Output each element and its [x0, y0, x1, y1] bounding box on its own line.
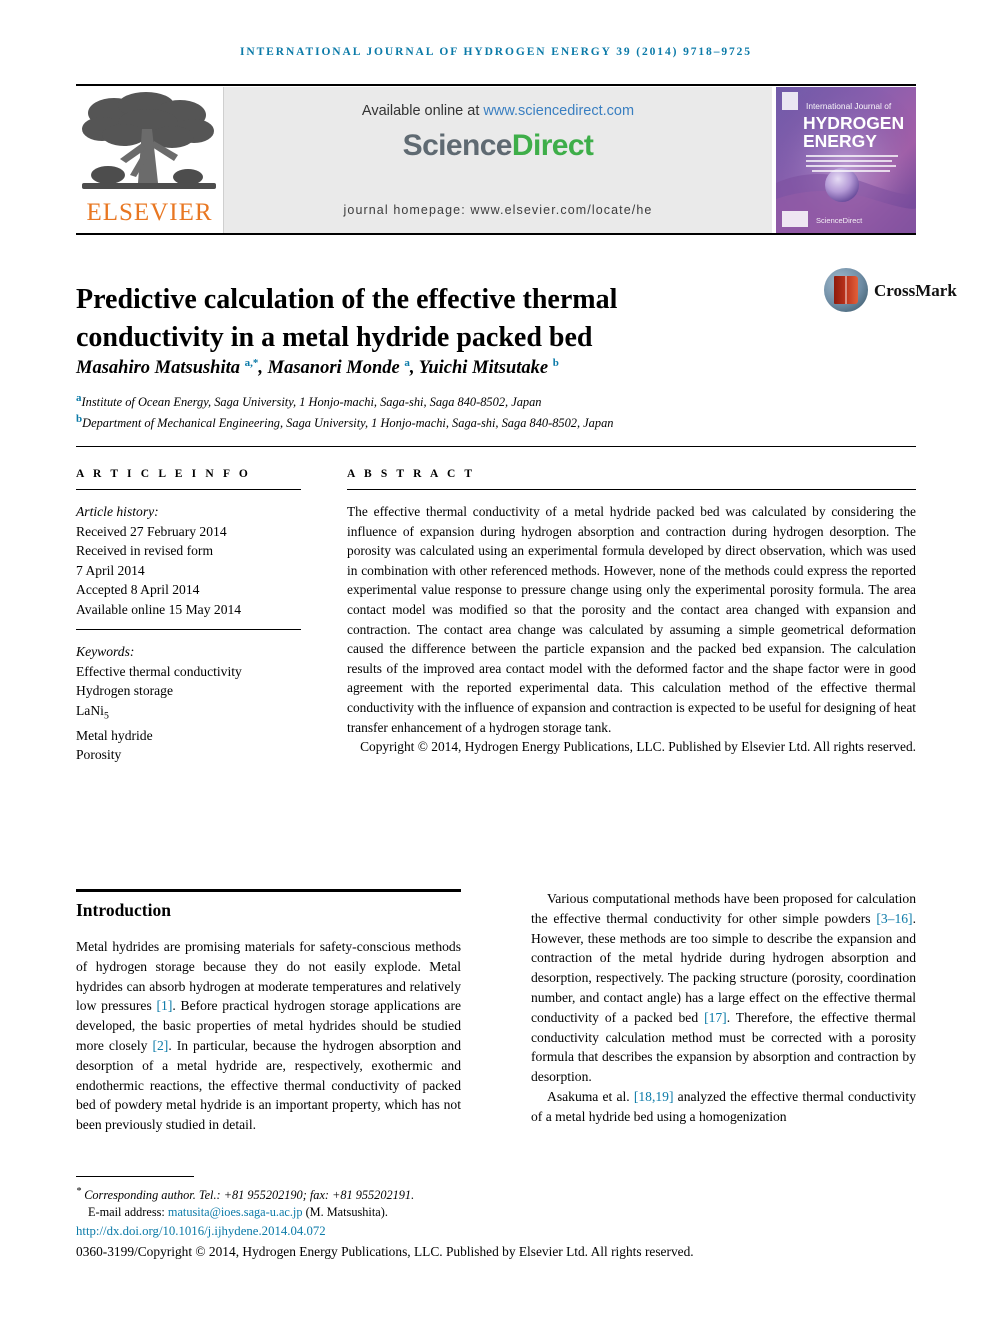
doi-link[interactable]: http://dx.doi.org/10.1016/j.ijhydene.201… [76, 1222, 776, 1240]
article-history-item: Available online 15 May 2014 [76, 601, 242, 617]
svg-text:ENERGY: ENERGY [803, 131, 877, 151]
article-history-item: 7 April 2014 [76, 562, 145, 578]
journal-cover-thumbnail: International Journal of HYDROGEN ENERGY… [776, 87, 916, 235]
email-note: E-mail address: matusita@ioes.saga-u.ac.… [76, 1204, 776, 1221]
body-column-right: Various computational methods have been … [531, 889, 916, 1127]
lani5-subscript: 5 [103, 710, 109, 722]
running-head: International Journal of Hydrogen Energy… [240, 46, 752, 58]
footnote-rule [76, 1176, 194, 1177]
available-online-text: Available online at [361, 103, 484, 119]
abstract-heading-rule [347, 489, 916, 490]
sciencedirect-logo-direct: Direct [511, 129, 594, 162]
article-history-item: Received 27 February 2014 [76, 523, 227, 539]
abstract-copyright: Copyright © 2014, Hydrogen Energy Public… [360, 739, 916, 755]
affiliation-b-text: Department of Mechanical Engineering, Sa… [82, 416, 614, 431]
crossmark-badge-group[interactable]: CrossMark [824, 268, 957, 326]
article-info-divider-rule [76, 629, 301, 630]
available-online-line: Available online at www.sciencedirect.co… [224, 103, 772, 119]
footnote-asterisk: * [76, 1186, 82, 1197]
page-footer: * Corresponding author. Tel.: +81 955202… [76, 1176, 776, 1261]
journal-homepage-line[interactable]: journal homepage: www.elsevier.com/locat… [224, 203, 772, 217]
affiliation-a-text: Institute of Ocean Energy, Saga Universi… [81, 395, 542, 410]
abstract-section-top-rule [76, 446, 916, 447]
svg-text:International Journal of: International Journal of [806, 101, 892, 111]
svg-text:HYDROGEN: HYDROGEN [803, 113, 904, 133]
introduction-paragraph: Various computational methods have been … [531, 891, 916, 1085]
elsevier-logo: ELSEVIER [76, 87, 224, 235]
keyword-item: Hydrogen storage [76, 683, 174, 698]
sciencedirect-logo[interactable]: ScienceDirect [224, 129, 772, 163]
keyword-item: Effective thermal conductivity [76, 663, 242, 679]
affiliation-block: aInstitute of Ocean Energy, Saga Univers… [76, 390, 896, 432]
introduction-paragraph: Metal hydrides are promising materials f… [76, 939, 462, 1133]
abstract-heading: A B S T R A C T [347, 468, 476, 480]
body-column-left: Introduction Metal hydrides are promisin… [76, 900, 461, 1135]
author-list: Masahiro Matsushita a,*, Masanori Monde … [76, 357, 559, 379]
masthead-top-rule [76, 84, 916, 86]
article-info-column: A R T I C L E I N F O Article history: R… [76, 468, 301, 765]
abstract-column: A B S T R A C T The effective thermal co… [347, 468, 916, 757]
crossmark-circle-icon [824, 268, 868, 312]
abstract-text: The effective thermal conductivity of a … [347, 504, 916, 735]
elsevier-wordmark: ELSEVIER [86, 199, 213, 226]
sciencedirect-band: Available online at www.sciencedirect.co… [224, 87, 772, 235]
affiliation-a: aInstitute of Ocean Energy, Saga Univers… [76, 390, 896, 411]
crossmark-label: CrossMark [874, 281, 957, 300]
keyword-item: Metal hydride [76, 727, 153, 743]
email-suffix: (M. Matsushita). [302, 1205, 388, 1220]
article-history-item: Accepted 8 April 2014 [76, 582, 200, 597]
journal-cover-image: International Journal of HYDROGEN ENERGY… [776, 87, 916, 235]
article-page: International Journal of Hydrogen Energy… [0, 0, 992, 1323]
page-title: Predictive calculation of the effective … [76, 283, 618, 353]
elsevier-tree-icon [82, 92, 216, 189]
keyword-item: Porosity [76, 747, 122, 763]
introduction-top-rule [76, 889, 461, 892]
article-info-heading-rule [76, 489, 301, 490]
journal-masthead: ELSEVIER Available online at www.science… [76, 84, 916, 235]
issn-copyright-line: 0360-3199/Copyright © 2014, Hydrogen Ene… [76, 1244, 694, 1260]
email-label: E-mail address: [88, 1205, 168, 1220]
introduction-paragraph: Asakuma et al. [18,19] analyzed the effe… [531, 1088, 916, 1124]
masthead-bottom-rule [76, 233, 916, 235]
crossmark-book-icon [834, 276, 858, 304]
affiliation-b: bDepartment of Mechanical Engineering, S… [76, 411, 896, 432]
svg-text:ScienceDirect: ScienceDirect [816, 216, 863, 225]
corresponding-author-note: * Corresponding author. Tel.: +81 955202… [76, 1183, 776, 1204]
keyword-item: LaNi5 [76, 702, 109, 722]
sciencedirect-url-link[interactable]: www.sciencedirect.com [483, 103, 634, 119]
email-link[interactable]: matusita@ioes.saga-u.ac.jp [168, 1205, 303, 1219]
keywords-label: Keywords: [76, 644, 135, 659]
sciencedirect-logo-science: Science [402, 129, 513, 162]
article-history-item: Received in revised form [76, 543, 214, 558]
article-info-heading: A R T I C L E I N F O [76, 468, 251, 480]
introduction-heading: Introduction [76, 900, 171, 920]
corresponding-author-text: Corresponding author. Tel.: +81 95520219… [84, 1188, 415, 1203]
article-history-label: Article history: [76, 504, 159, 519]
